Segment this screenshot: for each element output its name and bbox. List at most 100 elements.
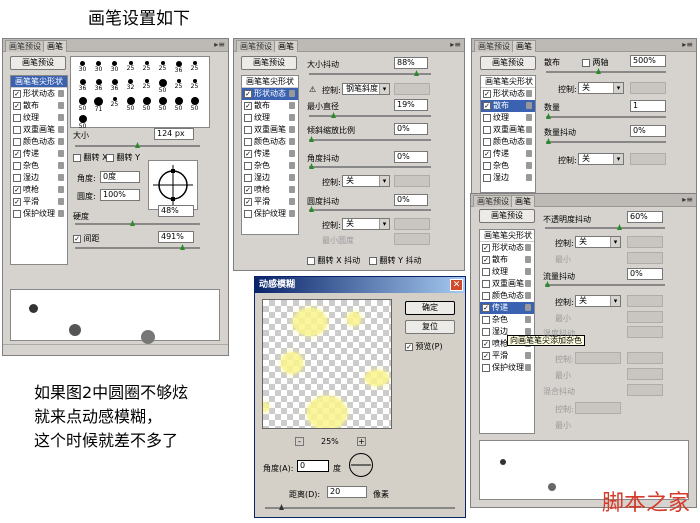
list-item[interactable]: 双重画笔 — [242, 124, 298, 136]
list-item[interactable]: ✓ 形状动态 — [481, 88, 535, 100]
list-item[interactable]: ✓ 散布 — [481, 100, 535, 112]
brush-tip-cell[interactable]: 30 — [107, 60, 122, 78]
tab-brush-presets[interactable]: 画笔预设 — [236, 40, 276, 52]
list-item[interactable]: 颜色动态 — [242, 136, 298, 148]
flow-jitter-input[interactable]: 0% — [627, 268, 663, 280]
list-item[interactable]: 纹理 — [242, 112, 298, 124]
brush-tip-grid[interactable]: 30 30 30 25 25 25 36 25 36 36 36 32 25 50 25 25 50 71 25 50… — [70, 56, 210, 130]
list-item[interactable]: ✓ 平滑 — [11, 196, 67, 208]
brush-tip-cell[interactable]: 50 — [139, 96, 154, 114]
zoom-in-button[interactable]: + — [357, 437, 366, 446]
angle-roundness-widget[interactable] — [148, 160, 198, 210]
brush-tip-cell[interactable]: 25 — [155, 60, 170, 78]
lock-icon[interactable] — [58, 126, 64, 133]
checkbox[interactable] — [13, 210, 21, 218]
checkbox[interactable] — [482, 328, 490, 336]
list-item[interactable]: 湿边 — [242, 172, 298, 184]
min-diameter-slider[interactable] — [309, 112, 431, 118]
list-item[interactable]: 纹理 — [481, 112, 535, 124]
checkbox[interactable]: ✓ — [244, 186, 252, 194]
list-item[interactable]: ✓ 散布 — [11, 100, 67, 112]
list-item-tip-shape[interactable]: 画笔笔尖形状 — [11, 76, 67, 88]
spacing-input[interactable]: 491% — [158, 231, 194, 243]
lock-icon[interactable] — [58, 210, 64, 217]
checkbox[interactable] — [482, 316, 490, 324]
min-diameter-input[interactable]: 19% — [394, 99, 428, 111]
list-item[interactable]: 保护纹理 — [11, 208, 67, 220]
list-item[interactable]: 纹理 — [480, 266, 534, 278]
slider-knob[interactable] — [180, 244, 185, 250]
control-select[interactable]: 关 — [578, 153, 624, 165]
lock-icon[interactable] — [58, 150, 64, 157]
lock-icon[interactable] — [526, 150, 532, 157]
list-item[interactable]: ✓ 散布 — [242, 100, 298, 112]
checkbox[interactable]: ✓ — [482, 340, 490, 348]
close-icon[interactable]: ✕ — [450, 279, 463, 291]
checkbox[interactable] — [13, 114, 21, 122]
lock-icon[interactable] — [525, 244, 531, 251]
checkbox[interactable] — [13, 138, 21, 146]
lock-icon[interactable] — [58, 198, 64, 205]
checkbox[interactable] — [482, 292, 490, 300]
list-item[interactable]: 颜色动态 — [480, 290, 534, 302]
slider-knob[interactable] — [546, 138, 551, 144]
angle-jitter-slider[interactable] — [309, 163, 431, 169]
slider-knob[interactable] — [130, 220, 135, 226]
lock-icon[interactable] — [526, 138, 532, 145]
lock-icon[interactable] — [526, 162, 532, 169]
roundness-jitter-input[interactable]: 0% — [394, 194, 428, 206]
checkbox[interactable]: ✓ — [13, 102, 21, 110]
list-item[interactable]: ✓ 传递 — [480, 302, 534, 314]
list-item[interactable]: ✓ 平滑 — [480, 350, 534, 362]
size-input[interactable]: 124 px — [154, 128, 194, 140]
angle-jitter-input[interactable]: 0% — [394, 151, 428, 163]
checkbox[interactable]: ✓ — [244, 150, 252, 158]
list-item[interactable]: 双重画笔 — [11, 124, 67, 136]
lock-icon[interactable] — [289, 126, 295, 133]
checkbox[interactable] — [244, 138, 252, 146]
checkbox[interactable] — [482, 364, 490, 372]
roundness-jitter-slider[interactable] — [309, 206, 431, 212]
tab-brush[interactable]: 画笔 — [511, 195, 535, 207]
list-item[interactable]: ✓ 散布 — [480, 254, 534, 266]
lock-icon[interactable] — [289, 150, 295, 157]
checkbox[interactable] — [482, 268, 490, 276]
list-item[interactable]: 纹理 — [11, 112, 67, 124]
distance-slider[interactable] — [265, 504, 455, 510]
opacity-jitter-slider[interactable] — [545, 224, 665, 230]
tab-brush[interactable]: 画笔 — [512, 40, 536, 52]
list-item[interactable]: ✓ 形状动态 — [11, 88, 67, 100]
lock-icon[interactable] — [526, 114, 532, 121]
panel-menu-icon[interactable]: ▸≡ — [450, 40, 461, 50]
lock-icon[interactable] — [289, 102, 295, 109]
tab-brush-presets[interactable]: 画笔预设 — [5, 40, 45, 52]
checkbox[interactable] — [483, 162, 491, 170]
flow-jitter-slider[interactable] — [545, 281, 665, 287]
checkbox[interactable]: ✓ — [13, 90, 21, 98]
tab-brush[interactable]: 画笔 — [43, 40, 67, 52]
count-jitter-slider[interactable] — [546, 138, 666, 144]
list-item[interactable]: ✓ 形状动态 — [480, 242, 534, 254]
checkbox[interactable]: ✓ — [13, 186, 21, 194]
tab-brush-presets[interactable]: 画笔预设 — [474, 40, 514, 52]
lock-icon[interactable] — [289, 174, 295, 181]
count-slider[interactable] — [546, 113, 666, 119]
spacing-slider[interactable] — [75, 244, 200, 250]
control-select[interactable]: 关 — [575, 295, 621, 307]
lock-icon[interactable] — [526, 174, 532, 181]
checkbox[interactable] — [244, 162, 252, 170]
brush-tip-cell[interactable]: 30 — [75, 60, 90, 78]
list-item[interactable]: 湿边 — [11, 172, 67, 184]
slider-knob[interactable] — [309, 136, 314, 142]
checkbox[interactable]: ✓ — [244, 90, 252, 98]
list-item[interactable]: 颜色动态 — [11, 136, 67, 148]
brush-tip-cell[interactable]: 32 — [123, 78, 138, 96]
lock-icon[interactable] — [58, 102, 64, 109]
list-item[interactable]: ✓ 传递 — [11, 148, 67, 160]
lock-icon[interactable] — [58, 162, 64, 169]
checkbox[interactable]: ✓ — [13, 198, 21, 206]
count-jitter-input[interactable]: 0% — [630, 125, 666, 137]
lock-icon[interactable] — [289, 114, 295, 121]
size-jitter-slider[interactable] — [309, 70, 431, 76]
slider-knob[interactable] — [596, 68, 601, 74]
